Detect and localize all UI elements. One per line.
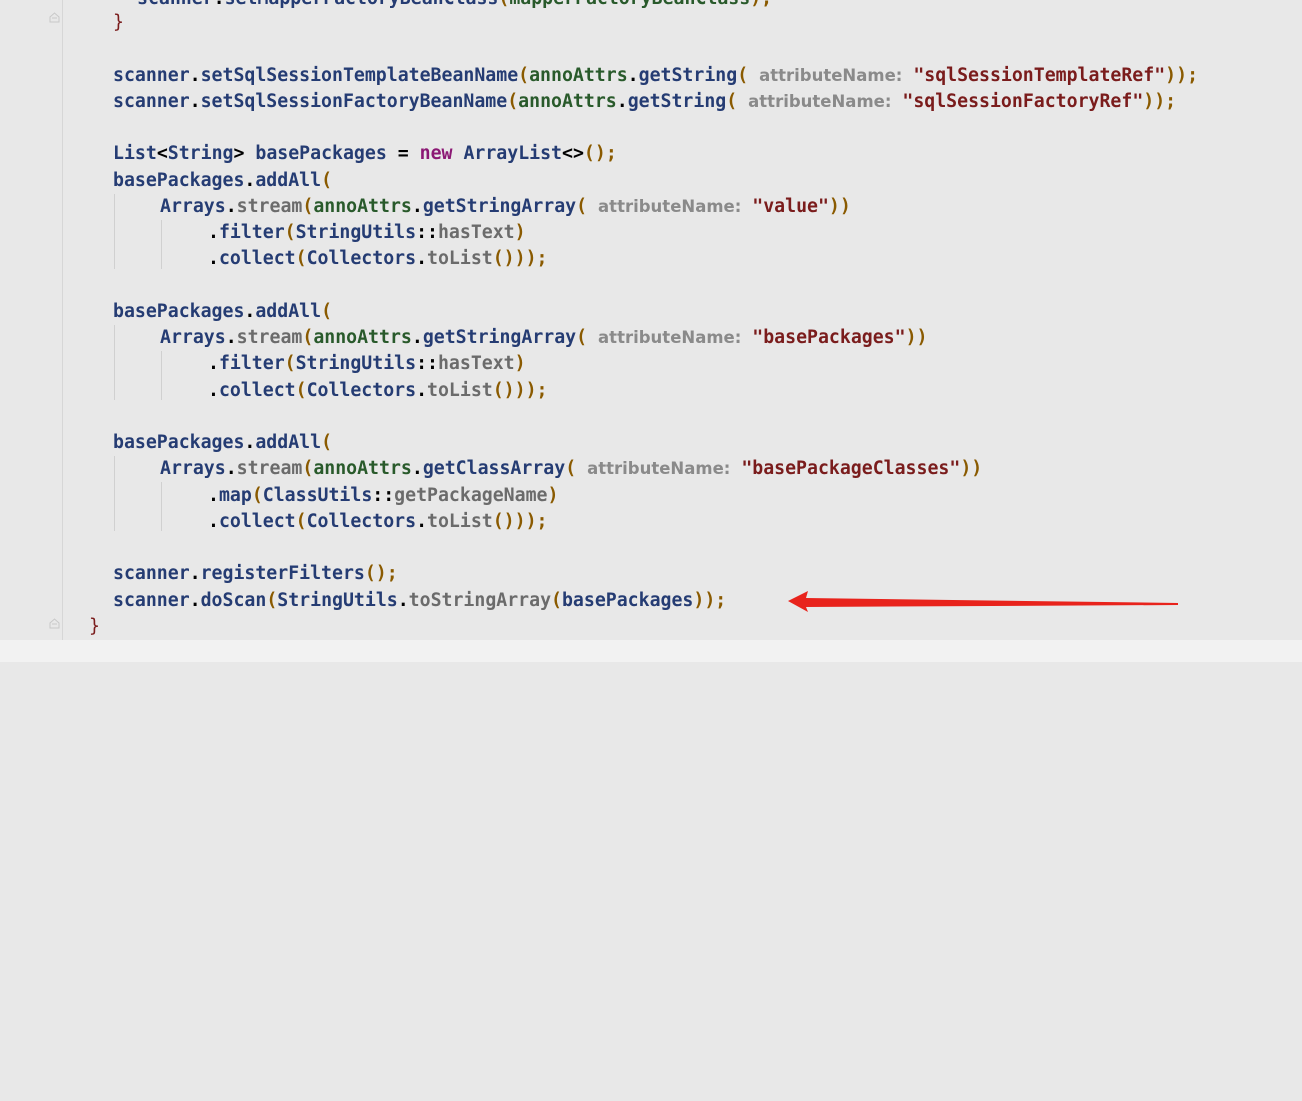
editor-bottom-area <box>0 640 1302 662</box>
code-editor[interactable]: scanner.setMapperFactoryBeanClass(mapper… <box>0 0 1302 662</box>
red-arrow-annotation-icon <box>788 591 1178 612</box>
